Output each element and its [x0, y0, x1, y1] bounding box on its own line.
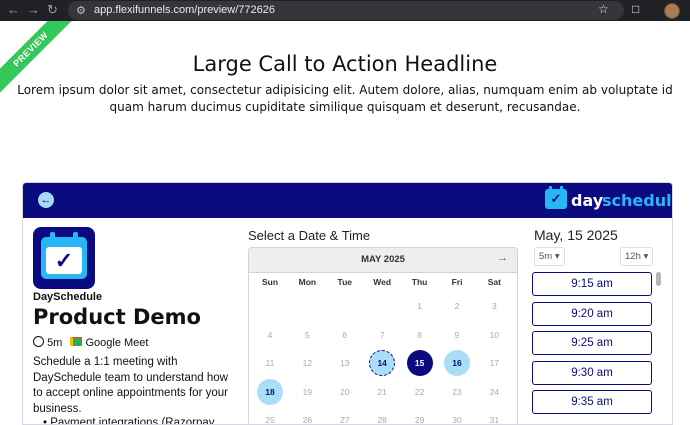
company-name: DaySchedule	[33, 291, 103, 303]
weekday-label: Tue	[337, 277, 353, 287]
calendar-day: 21	[377, 386, 387, 397]
month-label: MAY 2025	[361, 254, 405, 265]
profile-avatar[interactable]	[664, 3, 680, 19]
forward-arrow-icon[interactable]: →	[27, 2, 40, 18]
reload-icon[interactable]: ↻	[47, 2, 58, 18]
weekday-label: Sun	[261, 277, 279, 287]
time-slot-button[interactable]: 9:35 am	[532, 390, 652, 414]
calendar-title: Select a Date & Time	[248, 228, 371, 243]
calendar-day: 8	[417, 329, 422, 340]
event-duration: 5m	[47, 337, 63, 349]
extensions-icon[interactable]: □	[632, 2, 639, 16]
brand-name-schedule: schedule	[602, 191, 672, 210]
calendar-day[interactable]: 16	[444, 350, 470, 376]
calendar-day: 12	[302, 358, 313, 368]
calendar-day: 29	[414, 415, 425, 425]
time-slot-button[interactable]: 9:30 am	[532, 360, 652, 385]
calendar-day: 31	[489, 415, 500, 425]
weekday-label: Wed	[373, 277, 392, 287]
calendar-day: 9	[454, 329, 460, 340]
calendar-day: 28	[377, 415, 387, 425]
calendar-day: 19	[302, 386, 313, 397]
calendar-day: 3	[492, 301, 497, 311]
calendar-day[interactable]: 14	[369, 350, 396, 376]
dayschedule-logo-icon: ✓	[545, 186, 567, 209]
feature-bullet: • Payment integrations (Razorpay,	[43, 417, 217, 425]
calendar-day: 23	[452, 386, 462, 397]
clock-icon	[33, 336, 44, 347]
back-button[interactable]: ←	[38, 192, 54, 208]
scroll-thumb[interactable]	[656, 272, 661, 286]
weekday-label: Thu	[411, 277, 428, 287]
weekday-label: Mon	[298, 277, 317, 287]
calendar-day: 25	[265, 415, 275, 425]
widget-header: ← ✓ day schedule	[23, 183, 672, 218]
url-text[interactable]: app.flexifunnels.com/preview/772626	[94, 3, 275, 17]
time-slot-button[interactable]: 9:25 am	[532, 331, 652, 355]
calendar-day: 13	[340, 358, 350, 368]
calendar-day: 2	[454, 301, 460, 311]
calendar-day[interactable]: 18	[257, 378, 283, 405]
interval-dropdown[interactable]: 5m ▾	[534, 247, 565, 266]
weekday-label: Fri	[451, 277, 463, 287]
site-settings-icon[interactable]: ⚙	[76, 4, 86, 17]
time-slot-button[interactable]: 9:20 am	[532, 301, 652, 326]
brand-name-day: day	[571, 191, 604, 210]
page-subtext: Lorem ipsum dolor sit amet, consectetur …	[17, 83, 673, 114]
calendar-day: 17	[489, 358, 500, 368]
next-month-arrow-icon[interactable]: →	[497, 252, 508, 264]
event-meta: 5m Google Meet	[33, 336, 148, 350]
calendar-day: 1	[417, 301, 422, 311]
calendar-header: MAY 2025 →	[249, 248, 517, 273]
calendar-day: 7	[379, 329, 385, 340]
app-logo-icon: ✓	[33, 227, 95, 289]
calendar: MAY 2025 → Sun Mon Tue Wed Thu Fri Sat 1 2 3 4 5 6 7 8…	[248, 247, 518, 425]
page-headline: Large Call to Action Headline	[192, 52, 498, 76]
time-slot-button[interactable]: 9:15 am	[532, 272, 652, 296]
star-icon[interactable]: ☆	[598, 2, 609, 16]
calendar-day: 24	[489, 386, 500, 397]
event-description: Schedule a 1:1 meeting with DaySchedule …	[33, 356, 228, 415]
calendar-day: 22	[414, 386, 425, 397]
calendar-day: 6	[342, 329, 348, 340]
time-slot-list[interactable]: 9:15 am 9:20 am 9:25 am 9:30 am 9:35 am	[532, 272, 660, 424]
calendar-day: 5	[305, 329, 310, 340]
calendar-day: 27	[340, 415, 350, 425]
weekday-label: Sat	[487, 277, 501, 287]
selected-date-title: May, 15 2025	[534, 227, 618, 243]
calendar-day: 26	[302, 415, 313, 425]
calendar-day[interactable]: 15	[406, 350, 433, 376]
calendar-day: 4	[267, 329, 273, 340]
calendar-day: 11	[265, 358, 275, 368]
browser-toolbar: ← → ↻ ⚙ app.flexifunnels.com/preview/772…	[0, 0, 690, 21]
google-meet-icon	[70, 337, 83, 346]
calendar-day: 10	[489, 329, 500, 340]
event-title: Product Demo	[33, 305, 201, 329]
clock-format-dropdown[interactable]: 12h ▾	[620, 247, 654, 266]
back-arrow-icon[interactable]: ←	[7, 2, 20, 18]
time-slot-scrollbar[interactable]	[656, 272, 661, 424]
calendar-day: 30	[452, 415, 462, 425]
event-location: Google Meet	[85, 337, 149, 349]
scheduling-widget: ← ✓ day schedule ✓ DaySchedule Product D…	[22, 182, 673, 425]
calendar-day: 20	[340, 386, 350, 397]
